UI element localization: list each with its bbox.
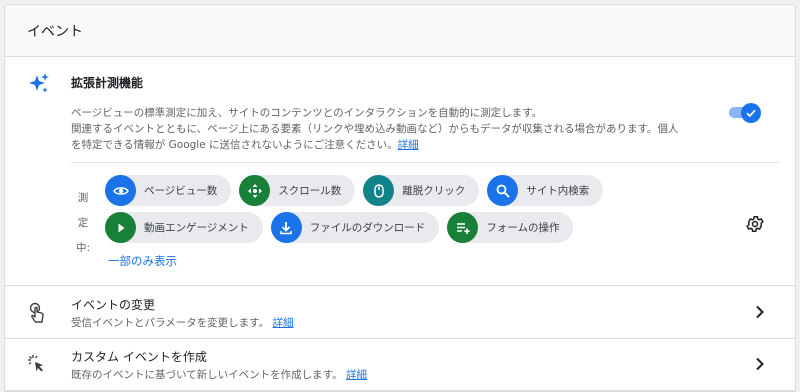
measuring-label-char-1: 測 <box>77 192 89 204</box>
enhanced-measurement-title: 拡張計測機能 <box>71 76 144 90</box>
measuring-label-char-2: 定 <box>77 217 89 229</box>
chip-label: ページビュー数 <box>144 185 218 197</box>
chevron-right-icon <box>756 357 764 371</box>
details-link[interactable]: 詳細 <box>398 139 419 151</box>
chip-label: 離脱クリック <box>402 185 466 197</box>
description-line-2: 関連するイベントとともに、ページ上にある要素（リンクや埋め込み動画など）からもデ… <box>71 123 679 135</box>
row-subtitle-text: 受信イベントとパラメータを変更します。 <box>71 317 270 329</box>
chevron-right-icon <box>756 305 764 319</box>
chip-label: サイト内検索 <box>526 185 590 197</box>
show-some-link[interactable]: 一部のみ表示 <box>108 253 177 269</box>
chip-page-views[interactable]: ページビュー数 <box>105 175 232 206</box>
events-card: イベント 拡張計測機能 ページビューの標準測定に加え、サイトのコンテンツとのイン… <box>4 4 796 392</box>
details-link[interactable]: 詳細 <box>272 317 293 329</box>
download-icon <box>270 212 302 243</box>
chip-video-engagement[interactable]: 動画エンゲージメント <box>105 212 263 243</box>
card-header: イベント <box>5 5 795 57</box>
description-line-3: を特定できる情報が Google に送信されないようにご注意ください。詳細 <box>71 137 721 153</box>
enhanced-measurement-description: ページビューの標準測定に加え、サイトのコンテンツとのインタラクションを自動的に測… <box>71 105 721 153</box>
search-icon <box>487 175 519 206</box>
section-title: イベント <box>27 23 83 40</box>
chip-file-downloads[interactable]: ファイルのダウンロード <box>270 212 440 243</box>
row-title: カスタム イベントを作成 <box>71 350 207 364</box>
click-icon <box>28 355 43 372</box>
create-custom-event-row[interactable]: カスタム イベントを作成 既存のイベントに基づいて新しいイベントを作成します。 … <box>5 339 795 391</box>
divider <box>71 162 779 163</box>
measured-events-chips: ページビュー数 スクロール数 離脱クリック サイト内検索 動画エンゲージメント … <box>105 175 645 249</box>
enhanced-measurement-section: 拡張計測機能 ページビューの標準測定に加え、サイトのコンテンツとのインタラクショ… <box>5 57 795 286</box>
measuring-label-char-3: 中: <box>75 242 91 254</box>
chip-row-1: ページビュー数 スクロール数 離脱クリック サイト内検索 <box>105 175 645 206</box>
check-icon <box>746 109 756 118</box>
chip-label: 動画エンゲージメント <box>144 222 249 234</box>
modify-events-row[interactable]: イベントの変更 受信イベントとパラメータを変更します。 詳細 <box>5 287 795 339</box>
form-add-icon <box>447 212 479 243</box>
mouse-icon <box>363 175 395 206</box>
chip-row-2: 動画エンゲージメント ファイルのダウンロード フォームの操作 <box>105 212 645 243</box>
enhanced-measurement-toggle[interactable] <box>727 103 761 123</box>
row-subtitle: 既存のイベントに基づいて新しいイベントを作成します。 詳細 <box>71 367 367 382</box>
chip-scrolls[interactable]: スクロール数 <box>239 175 356 206</box>
chip-form-interactions[interactable]: フォームの操作 <box>447 212 574 243</box>
toggle-knob <box>741 103 761 123</box>
measuring-label: 測 定 中: <box>75 186 91 261</box>
touch-icon <box>29 302 44 323</box>
chip-label: ファイルのダウンロード <box>309 222 426 234</box>
description-line-1: ページビューの標準測定に加え、サイトのコンテンツとのインタラクションを自動的に測… <box>71 107 543 119</box>
move-icon <box>239 175 271 206</box>
row-title: イベントの変更 <box>71 298 156 312</box>
chip-label: フォームの操作 <box>486 222 560 234</box>
sparkle-icon <box>29 73 49 93</box>
eye-icon <box>105 175 136 206</box>
chip-label: スクロール数 <box>278 185 342 197</box>
description-line-3-text: を特定できる情報が Google に送信されないようにご注意ください。 <box>71 139 398 151</box>
row-subtitle-text: 既存のイベントに基づいて新しいイベントを作成します。 <box>71 369 343 381</box>
chip-site-search[interactable]: サイト内検索 <box>487 175 604 206</box>
details-link[interactable]: 詳細 <box>346 369 367 381</box>
gear-icon[interactable] <box>745 214 765 234</box>
play-icon <box>105 212 136 243</box>
chip-outbound-clicks[interactable]: 離脱クリック <box>363 175 480 206</box>
row-subtitle: 受信イベントとパラメータを変更します。 詳細 <box>71 315 293 330</box>
